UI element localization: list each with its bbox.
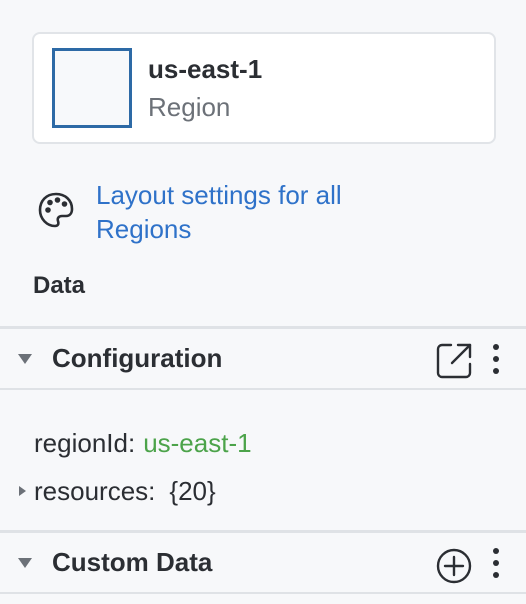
configuration-section-title[interactable]: Configuration [52,343,222,374]
custom-data-section-header[interactable]: Custom Data [0,530,526,594]
node-name: us-east-1 [148,54,263,84]
configuration-section-header[interactable]: Configuration [0,326,526,390]
property-row-resources[interactable]: resources: {20} [34,476,216,507]
data-heading: Data [33,272,86,299]
configuration-more-icon[interactable] [492,343,500,374]
node-card: us-east-1 Region [32,32,496,144]
node-swatch [52,48,132,128]
property-key: regionId: [34,428,136,458]
properties-panel: us-east-1 Region Layout settings for all… [0,0,526,604]
collapse-caret-icon[interactable] [18,353,32,364]
property-row-regionid: regionId: us-east-1 [34,428,252,459]
palette-icon [38,192,74,228]
configuration-section-body [0,390,526,530]
layout-settings-link-label[interactable]: Layout settings for all Regions [96,178,426,246]
custom-data-more-icon[interactable] [492,547,500,578]
property-value: us-east-1 [143,428,252,458]
add-circle-icon[interactable] [436,548,472,584]
collapse-caret-icon[interactable] [18,557,32,568]
node-type: Region [148,92,231,122]
layout-settings-link[interactable]: Layout settings for all Regions [36,178,496,248]
custom-data-section-title[interactable]: Custom Data [52,547,212,578]
open-external-icon[interactable] [436,343,472,379]
property-key[interactable]: resources: [34,476,155,507]
expand-caret-icon[interactable] [19,486,26,496]
property-value[interactable]: {20} [169,476,215,507]
